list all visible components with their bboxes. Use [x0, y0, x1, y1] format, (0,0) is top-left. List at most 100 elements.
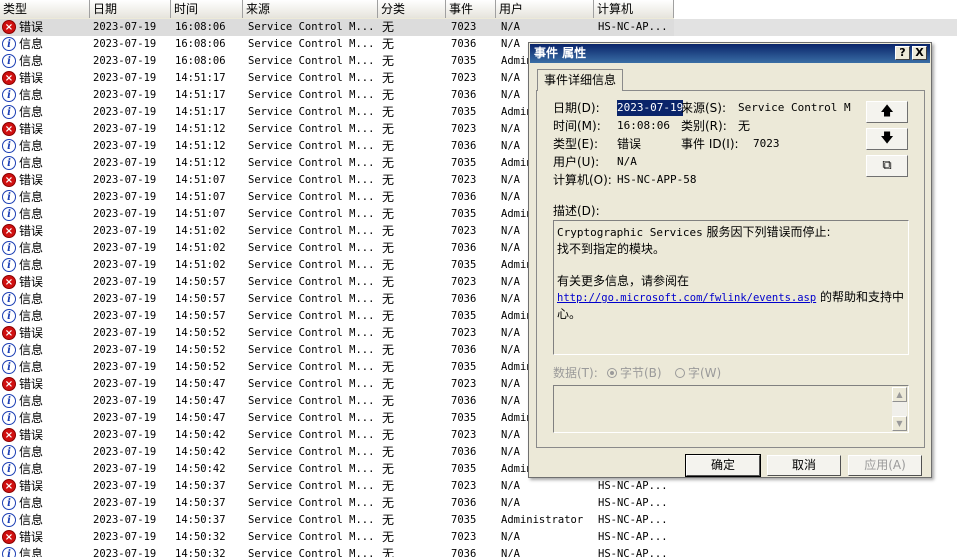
user-value: N/A	[617, 155, 637, 168]
cell-type: i 信息	[2, 240, 88, 257]
cell-type: × 错误	[2, 478, 88, 495]
column-header-date[interactable]: 日期	[90, 0, 171, 18]
column-header-time[interactable]: 时间	[171, 0, 243, 18]
table-row[interactable]: i 信息 2023-07-19 14:50:32 Service Control M..…	[0, 546, 957, 557]
ok-button[interactable]: 确定	[685, 454, 761, 477]
close-button[interactable]: X	[912, 46, 927, 60]
cell-event: 7035	[451, 55, 477, 67]
data-box[interactable]: ▲ ▼	[553, 385, 909, 433]
info-icon: i	[2, 257, 16, 272]
help-link[interactable]: http://go.microsoft.com/fwlink/events.as…	[557, 292, 816, 304]
cell-user: N/A	[501, 497, 520, 509]
cell-type: × 错误	[2, 274, 88, 291]
cell-type: × 错误	[2, 19, 88, 36]
cell-computer: HS-NC-AP...	[598, 497, 668, 509]
cell-time: 14:51:17	[175, 106, 226, 118]
cell-source: Service Control M...	[248, 514, 374, 526]
scroll-up-icon[interactable]: ▲	[892, 387, 907, 402]
cell-time: 14:51:02	[175, 259, 226, 271]
info-icon: i	[2, 512, 16, 527]
table-row[interactable]: i 信息 2023-07-19 14:50:37 Service Control M..…	[0, 512, 957, 529]
cell-type: i 信息	[2, 410, 88, 427]
table-row[interactable]: × 错误 2023-07-19 14:50:32 Service Control M..…	[0, 529, 957, 546]
cell-category: 无	[382, 479, 395, 493]
cell-type: i 信息	[2, 495, 88, 512]
column-header-computer[interactable]: 计算机	[594, 0, 674, 18]
cell-date: 2023-07-19	[93, 21, 157, 33]
cell-type: × 错误	[2, 376, 88, 393]
apply-button[interactable]: 应用(A)	[848, 455, 922, 476]
info-icon: i	[2, 189, 16, 204]
error-icon: ×	[2, 478, 16, 493]
cell-category: 无	[382, 513, 395, 527]
cell-date: 2023-07-19	[93, 446, 157, 458]
cell-type: i 信息	[2, 546, 88, 557]
cell-date: 2023-07-19	[93, 106, 157, 118]
cell-type-label: 错误	[19, 428, 44, 442]
cell-type-label: 错误	[19, 275, 44, 289]
cell-source: Service Control M...	[248, 293, 374, 305]
cell-time: 16:08:06	[175, 38, 226, 50]
cell-date: 2023-07-19	[93, 310, 157, 322]
time-value: 16:08:06	[617, 119, 670, 132]
type-value: 错误	[617, 137, 642, 151]
column-header-source[interactable]: 来源	[243, 0, 378, 18]
cell-date: 2023-07-19	[93, 191, 157, 203]
column-header-user[interactable]: 用户	[496, 0, 594, 18]
info-icon: i	[2, 36, 16, 51]
type-label: 类型(E):	[553, 137, 598, 151]
next-event-button[interactable]: 🡇	[866, 128, 908, 150]
cell-event: 7023	[451, 276, 477, 288]
cell-event: 7036	[451, 140, 477, 152]
description-box[interactable]: Cryptographic Services 服务因下列错误而停止: 找不到指定…	[553, 220, 909, 355]
cell-computer: HS-NC-AP...	[598, 531, 668, 543]
cell-source: Service Control M...	[248, 208, 374, 220]
scroll-down-icon[interactable]: ▼	[892, 416, 907, 431]
time-label: 时间(M):	[553, 119, 601, 133]
cell-type: i 信息	[2, 359, 88, 376]
radio-words[interactable]: 字(W)	[675, 365, 721, 381]
data-scrollbar[interactable]: ▲ ▼	[892, 387, 907, 431]
info-icon: i	[2, 410, 16, 425]
previous-event-button[interactable]: 🡅	[866, 101, 908, 123]
column-header-category[interactable]: 分类	[378, 0, 446, 18]
cell-type-label: 信息	[19, 411, 44, 425]
radio-bytes[interactable]: 字节(B)	[607, 365, 662, 381]
cell-date: 2023-07-19	[93, 378, 157, 390]
cell-category: 无	[382, 20, 395, 34]
cancel-button[interactable]: 取消	[767, 455, 841, 476]
cell-event: 7036	[451, 38, 477, 50]
cell-event: 7036	[451, 344, 477, 356]
cell-category: 无	[382, 190, 395, 204]
cell-type-label: 信息	[19, 547, 44, 557]
table-row[interactable]: × 错误 2023-07-19 16:08:06 Service Control M..…	[0, 19, 957, 36]
dialog-title: 事件 属性	[534, 46, 587, 60]
cell-type: × 错误	[2, 121, 88, 138]
cell-event: 7036	[451, 446, 477, 458]
cell-type-label: 信息	[19, 445, 44, 459]
column-header-type[interactable]: 类型	[0, 0, 90, 18]
cell-category: 无	[382, 173, 395, 187]
cell-type: i 信息	[2, 138, 88, 155]
cell-source: Service Control M...	[248, 140, 374, 152]
dialog-titlebar[interactable]: 事件 属性 ? X	[530, 44, 930, 63]
cell-time: 14:50:42	[175, 429, 226, 441]
description-label: 描述(D):	[553, 204, 600, 218]
cell-type-label: 错误	[19, 326, 44, 340]
column-header-event[interactable]: 事件	[446, 0, 496, 18]
error-icon: ×	[2, 427, 16, 442]
table-row[interactable]: × 错误 2023-07-19 14:50:37 Service Control M..…	[0, 478, 957, 495]
cell-type: i 信息	[2, 206, 88, 223]
info-icon: i	[2, 138, 16, 153]
table-row[interactable]: i 信息 2023-07-19 14:50:37 Service Control M..…	[0, 495, 957, 512]
cell-category: 无	[382, 309, 395, 323]
tab-event-details[interactable]: 事件详细信息	[537, 69, 623, 91]
copy-button[interactable]: ⧉	[866, 155, 908, 177]
cell-type: i 信息	[2, 87, 88, 104]
cell-event: 7023	[451, 327, 477, 339]
cell-event: 7035	[451, 259, 477, 271]
help-button[interactable]: ?	[895, 46, 910, 60]
arrow-down-icon: 🡇	[880, 131, 894, 146]
date-value[interactable]: 2023-07-19	[617, 100, 684, 116]
cell-user: Administrator	[501, 514, 584, 526]
